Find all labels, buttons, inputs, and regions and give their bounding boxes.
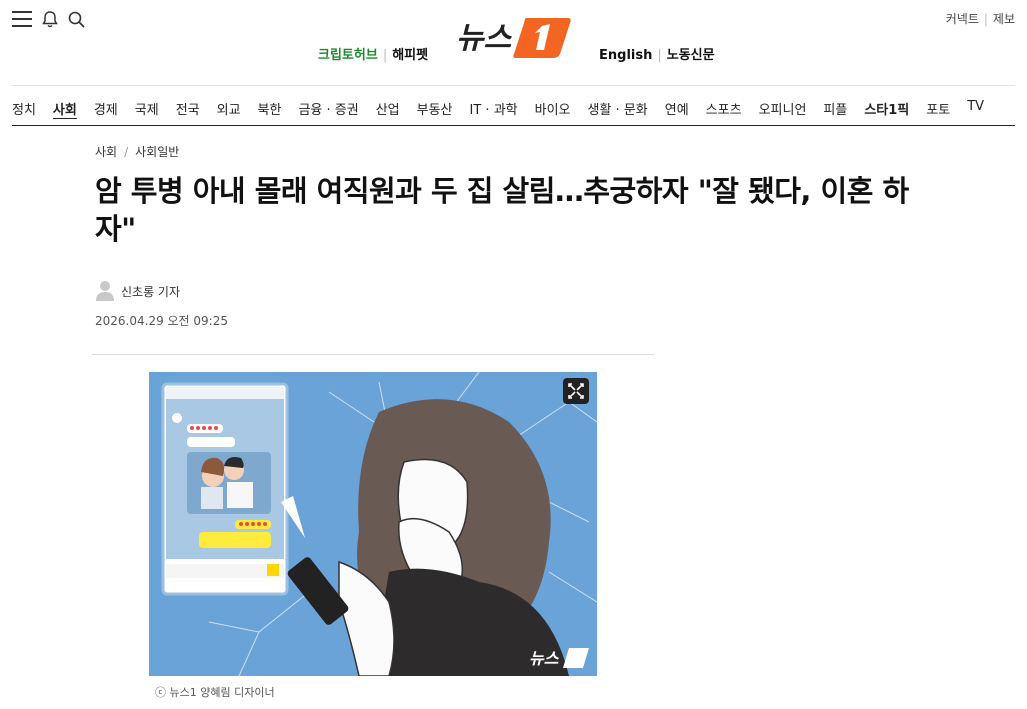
nav-item-it-science[interactable]: IT · 과학 [470,99,518,118]
bell-icon[interactable] [42,10,58,32]
sub-links-left: 크립토허브 | 해피펫 [318,48,429,63]
nav-item-sports[interactable]: 스포츠 [706,99,742,118]
nav-item-real-estate[interactable]: 부동산 [417,99,453,118]
sub-links-right: English | 노동신문 [599,48,715,63]
nav-item-national[interactable]: 전국 [176,99,200,118]
nav-item-entertainment[interactable]: 연예 [665,99,689,118]
nav-item-society[interactable]: 사회 [53,99,77,118]
nav-item-economy[interactable]: 경제 [94,99,118,118]
photo-caption: ⓒ 뉴스1 양혜림 디자이너 [155,686,275,699]
nav-item-opinion[interactable]: 오피니언 [759,99,807,118]
article-divider [92,354,654,355]
nav-item-people[interactable]: 피플 [823,99,847,118]
svg-text:뉴스: 뉴스 [529,651,560,668]
nav-item-world[interactable]: 국제 [135,99,159,118]
search-icon[interactable] [68,11,85,32]
header-icons [12,10,85,32]
nav-item-diplomacy[interactable]: 외교 [217,99,241,118]
nav-item-star1pick[interactable]: 스타1픽 [864,99,909,118]
nav-item-photo[interactable]: 포토 [926,99,950,118]
happypet-link[interactable]: 해피펫 [392,48,428,63]
nav-item-finance[interactable]: 금융 · 증권 [298,99,358,118]
article-image: 뉴스 [149,372,597,676]
nav-item-life-culture[interactable]: 생활 · 문화 [588,99,648,118]
crypto-hub-link[interactable]: 크립토허브 [318,48,378,63]
nav-item-bio[interactable]: 바이오 [535,99,571,118]
menu-icon[interactable] [12,10,32,32]
english-link[interactable]: English [599,48,652,63]
published-date: 2026.04.29 오전 09:25 [95,314,228,328]
article-headline: 암 투병 아내 몰래 여직원과 두 집 살림…추궁하자 "잘 됐다, 이혼 하자… [95,174,909,246]
breadcrumb-subsection[interactable]: 사회일반 [135,145,179,159]
nav-item-tv[interactable]: TV [967,99,984,118]
util-links: 커넥트 | 제보 [945,12,1015,26]
expand-icon[interactable] [563,378,589,404]
nodong-link[interactable]: 노동신문 [667,48,715,63]
report-link[interactable]: 제보 [993,12,1015,26]
reporter-avatar-icon [95,279,115,304]
reporter-name[interactable]: 신초롱 기자 [121,283,180,300]
news1-logo[interactable]: 뉴스 [456,14,572,60]
nav-divider [12,125,1015,126]
connect-link[interactable]: 커넥트 [946,12,979,26]
nav-item-industry[interactable]: 산업 [376,99,400,118]
breadcrumb-section[interactable]: 사회 [95,145,117,159]
nav-item-north-korea[interactable]: 북한 [258,99,282,118]
byline: 신초롱 기자 [95,279,180,304]
main-nav: 정치 사회 경제 국제 전국 외교 북한 금융 · 증권 산업 부동산 IT ·… [12,99,1001,118]
header-divider [12,85,1015,86]
svg-text:뉴스: 뉴스 [456,22,513,55]
breadcrumb: 사회 / 사회일반 [95,145,180,159]
nav-item-politics[interactable]: 정치 [12,99,36,118]
